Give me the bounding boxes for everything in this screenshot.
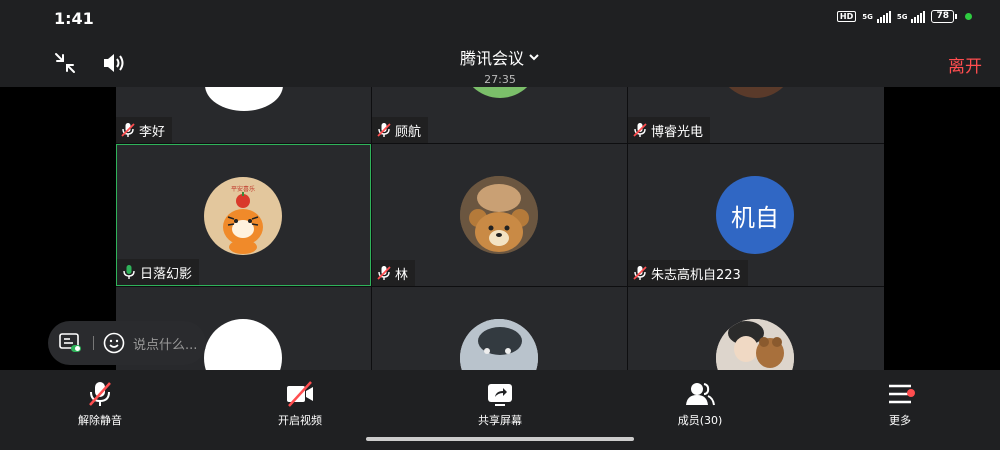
participant-name-tag: 日落幻影 [117,259,200,285]
bear-icon [460,176,538,254]
participant-name: 博睿光电 [651,124,704,140]
signal-icon [876,10,891,23]
avatar-badge-text: 平安喜乐 [231,185,255,193]
privacy-indicator-icon [965,13,972,20]
participant-name-tag: 林 [372,260,416,286]
participant-grid: 李好 顾航 博睿光电 平安喜乐 日落幻影 林 机自 朱志高机自223 [116,87,884,370]
mic-muted-icon [633,266,647,280]
system-icons: HD 5G 5G 78 [836,10,972,23]
participant-name: 顾航 [395,124,422,140]
participant-name-tag: 博睿光电 [628,117,711,143]
network-type-2: 5G [896,12,908,21]
text-avatar: 机自 [716,176,794,254]
participant-name: 林 [395,267,409,283]
participant-tile[interactable] [372,287,627,370]
unmute-label: 解除静音 [78,414,122,427]
mic-muted-icon [633,123,647,137]
unmute-button[interactable]: 解除静音 [50,380,150,428]
leave-button[interactable]: 离开 [948,52,982,77]
meeting-duration: 27:35 [484,73,516,86]
hd-icon: HD [836,11,857,22]
person-photo-icon [716,319,794,370]
participant-tile[interactable] [628,287,884,370]
chevron-down-icon[interactable] [528,51,540,63]
notification-dot [907,389,915,397]
person-bear-avatar [716,319,794,370]
participant-tile[interactable]: 博睿光电 [628,87,884,143]
mic-muted-icon [377,266,391,280]
meeting-title-area[interactable]: 腾讯会议 27:35 [0,45,1000,86]
person-photo-icon [460,319,538,370]
dark-photo-avatar [460,319,538,370]
chat-input-pill[interactable]: 说点什么... [48,321,206,365]
battery-icon: 78 [931,10,957,23]
participant-name-tag: 顾航 [372,117,429,143]
chat-placeholder[interactable]: 说点什么... [133,334,197,353]
home-indicator[interactable] [366,437,634,441]
more-label: 更多 [889,414,911,427]
participant-tile[interactable]: 林 [372,144,627,286]
members-label: 成员(30) [677,414,723,427]
meeting-title[interactable]: 腾讯会议 [460,45,524,69]
participant-name: 李好 [139,124,166,140]
mic-muted-icon [89,382,111,406]
participant-tile[interactable]: 顾航 [372,87,627,143]
share-screen-button[interactable]: 共享屏幕 [450,380,550,428]
mic-active-icon [123,265,135,279]
members-icon [686,383,715,406]
participant-name: 日落幻影 [140,266,193,282]
status-bar: 1:41 HD 5G 5G 78 [0,0,1000,38]
share-screen-icon [488,384,512,406]
bear-avatar [460,176,538,254]
participant-tile[interactable]: 李好 [116,87,371,143]
avatar [728,87,784,98]
avatar [472,87,528,98]
participant-tile-active-speaker[interactable]: 平安喜乐 日落幻影 [116,144,371,286]
subtitle-icon[interactable] [59,333,81,353]
pill-divider [93,336,94,350]
video-off-icon [287,381,313,407]
network-type-1: 5G [862,12,873,21]
participant-name-tag: 朱志高机自223 [628,260,748,286]
tiger-icon: 平安喜乐 [223,185,263,254]
white-avatar [204,319,282,370]
more-button[interactable]: 更多 [850,380,950,428]
participant-name: 朱志高机自223 [651,267,741,283]
avatar [205,87,283,111]
members-button[interactable]: 成员(30) [650,380,750,428]
mic-muted-icon [121,123,135,137]
share-screen-label: 共享屏幕 [478,414,522,427]
battery-level: 78 [931,10,954,23]
start-video-button[interactable]: 开启视频 [250,380,350,428]
start-video-label: 开启视频 [278,414,322,427]
clock: 1:41 [54,9,94,28]
participant-tile[interactable]: 机自 朱志高机自223 [628,144,884,286]
meeting-header: 腾讯会议 27:35 离开 [0,38,1000,87]
tiger-avatar: 平安喜乐 [204,177,282,255]
emoji-icon[interactable] [103,332,125,354]
signal-icon [911,10,926,23]
participant-name-tag: 李好 [116,117,173,143]
mic-muted-icon [377,123,391,137]
